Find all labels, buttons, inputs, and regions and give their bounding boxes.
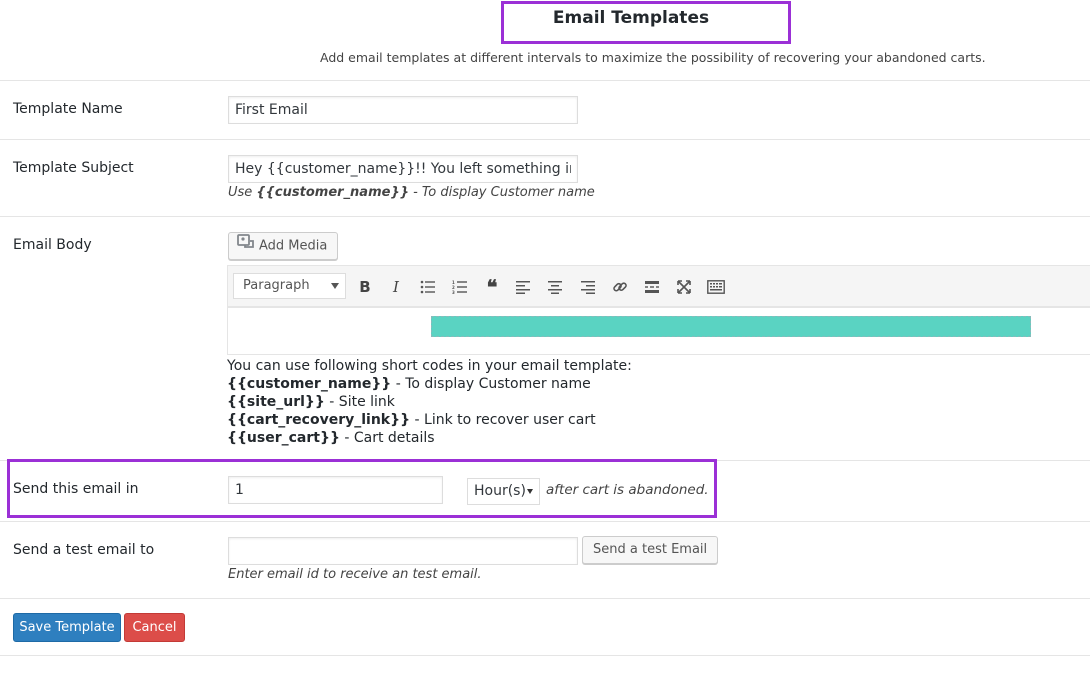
add-media-button[interactable]: Add Media bbox=[228, 232, 339, 260]
bullet-list-icon[interactable] bbox=[417, 276, 439, 298]
shortcode-item: {{site_url}} - Site link bbox=[227, 394, 395, 410]
media-icon bbox=[237, 233, 255, 259]
divider bbox=[0, 80, 1090, 81]
svg-text:3: 3 bbox=[452, 290, 455, 294]
shortcodes-help: You can use following short codes in you… bbox=[227, 357, 632, 447]
test-email-input[interactable] bbox=[228, 537, 578, 565]
send-interval-label: Send this email in bbox=[13, 481, 139, 497]
template-name-label: Template Name bbox=[13, 101, 123, 117]
interval-unit-select[interactable]: Hour(s) bbox=[467, 478, 540, 505]
align-left-icon[interactable] bbox=[512, 276, 534, 298]
editor-content-block bbox=[431, 316, 1031, 337]
test-email-label: Send a test email to bbox=[13, 542, 155, 558]
template-subject-help: Use {{customer_name}} - To display Custo… bbox=[228, 185, 595, 200]
send-interval-suffix: after cart is abandoned. bbox=[546, 482, 709, 498]
divider bbox=[0, 139, 1090, 140]
divider bbox=[0, 655, 1090, 656]
divider bbox=[0, 598, 1090, 599]
cancel-button[interactable]: Cancel bbox=[124, 613, 185, 642]
chevron-down-icon bbox=[331, 283, 339, 289]
link-icon[interactable] bbox=[609, 276, 631, 298]
template-subject-input[interactable] bbox=[228, 155, 578, 183]
shortcode-item: {{customer_name}} - To display Customer … bbox=[227, 376, 591, 392]
blockquote-icon[interactable]: ❝ bbox=[481, 275, 503, 299]
chevron-down-icon bbox=[527, 489, 533, 494]
save-template-button[interactable]: Save Template bbox=[13, 613, 121, 642]
send-interval-input[interactable] bbox=[228, 476, 443, 504]
send-test-email-button[interactable]: Send a test Email bbox=[582, 536, 719, 564]
page-title: Email Templates bbox=[552, 8, 710, 28]
email-body-label: Email Body bbox=[13, 237, 92, 253]
test-email-help: Enter email id to receive an test email. bbox=[228, 567, 482, 582]
fullscreen-icon[interactable] bbox=[673, 276, 695, 298]
format-select[interactable]: Paragraph bbox=[233, 273, 346, 299]
shortcode-item: {{user_cart}} - Cart details bbox=[227, 430, 435, 446]
toolbar-toggle-icon[interactable] bbox=[705, 276, 727, 298]
align-right-icon[interactable] bbox=[577, 276, 599, 298]
template-subject-label: Template Subject bbox=[13, 160, 134, 176]
shortcodes-intro: You can use following short codes in you… bbox=[227, 358, 632, 374]
template-name-input[interactable] bbox=[228, 96, 578, 124]
help-shortcode: {{customer_name}} bbox=[256, 185, 409, 200]
bold-icon[interactable]: B bbox=[354, 276, 376, 298]
align-center-icon[interactable] bbox=[544, 276, 566, 298]
divider bbox=[0, 521, 1090, 522]
italic-icon[interactable]: I bbox=[385, 276, 407, 298]
divider bbox=[0, 216, 1090, 217]
numbered-list-icon[interactable]: 123 bbox=[449, 276, 471, 298]
shortcode-item: {{cart_recovery_link}} - Link to recover… bbox=[227, 412, 596, 428]
read-more-icon[interactable] bbox=[641, 276, 663, 298]
page-subtitle: Add email templates at different interva… bbox=[320, 50, 986, 65]
